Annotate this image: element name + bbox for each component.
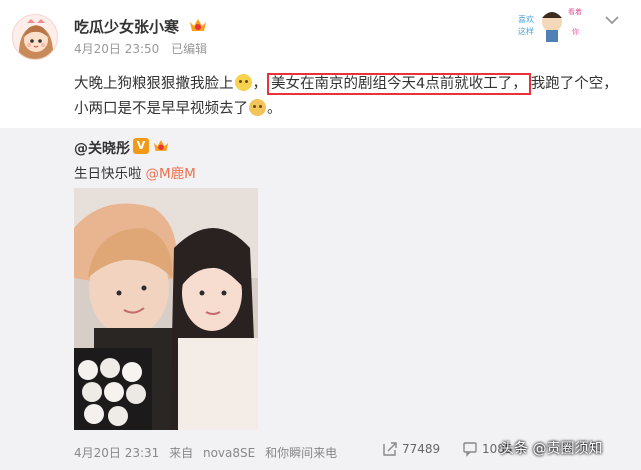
repost-time[interactable]: 4月20日 23:31	[74, 446, 159, 460]
post-text: 大晚上狗粮狠狠撒我脸上，美女在南京的剧组今天4点前就收工了， 我跑了个空，小两口是…	[74, 72, 630, 122]
post-time[interactable]: 4月20日 23:50	[74, 42, 159, 56]
repost-username[interactable]: @关晓彤	[74, 138, 130, 158]
post-meta: 4月20日 23:50 已编辑	[74, 40, 207, 57]
sticker-text-2: 这样	[518, 26, 534, 36]
post-username[interactable]: 吃瓜少女张小寒	[74, 16, 179, 37]
watermark-text: 头条 @责圈须知	[500, 441, 603, 457]
doge-emoji-icon	[249, 99, 266, 116]
selfie-image	[74, 188, 258, 430]
repost-meta: 4月20日 23:31 来自 nova8SE 和你瞬间来电	[74, 444, 343, 461]
share-icon	[383, 442, 397, 456]
share-count: 77489	[402, 442, 441, 456]
verified-badge-icon: V	[133, 138, 149, 154]
text-end: 。	[267, 101, 282, 117]
sticker-text-1: 喜欢	[518, 14, 534, 24]
crying-emoji-icon	[234, 74, 252, 91]
girl-avatar-icon	[13, 15, 57, 59]
user-avatar[interactable]	[12, 14, 58, 60]
repost-text: 生日快乐啦 @M鹿M	[74, 162, 196, 182]
repost-text-body: 生日快乐啦	[74, 166, 142, 182]
repost-photo[interactable]	[74, 188, 258, 430]
text-comma: ，	[252, 76, 268, 92]
vip-crown-icon[interactable]	[188, 16, 208, 34]
mention-link[interactable]: @M鹿M	[146, 166, 196, 182]
text-before: 大晚上狗粮狠狠撒我脸上	[74, 76, 234, 92]
source-prefix: 来自	[169, 446, 194, 460]
sticker-decoration: 喜欢 这样 看着 你	[514, 6, 586, 44]
highlighted-text: 美女在南京的剧组今天4点前就收工了，	[267, 73, 531, 95]
share-button[interactable]: 77489	[382, 441, 440, 457]
source-device[interactable]: nova8SE	[203, 446, 255, 460]
weibo-post: 吃瓜少女张小寒 4月20日 23:50 已编辑 喜欢 这样 看着 你 大晚上狗粮…	[0, 0, 641, 470]
vip-crown-icon[interactable]	[152, 137, 170, 154]
sticker-text-4: 你	[572, 27, 579, 36]
edited-label[interactable]: 已编辑	[171, 42, 207, 56]
comment-icon	[463, 442, 477, 457]
chevron-down-icon[interactable]	[604, 14, 620, 26]
source-suffix: 和你瞬间来电	[265, 446, 338, 460]
repost-card: @关晓彤 V 生日快乐啦 @M鹿M 4月20日 23:31 来自 nova8SE…	[0, 128, 641, 470]
sticker-text-3: 看着	[568, 7, 582, 16]
